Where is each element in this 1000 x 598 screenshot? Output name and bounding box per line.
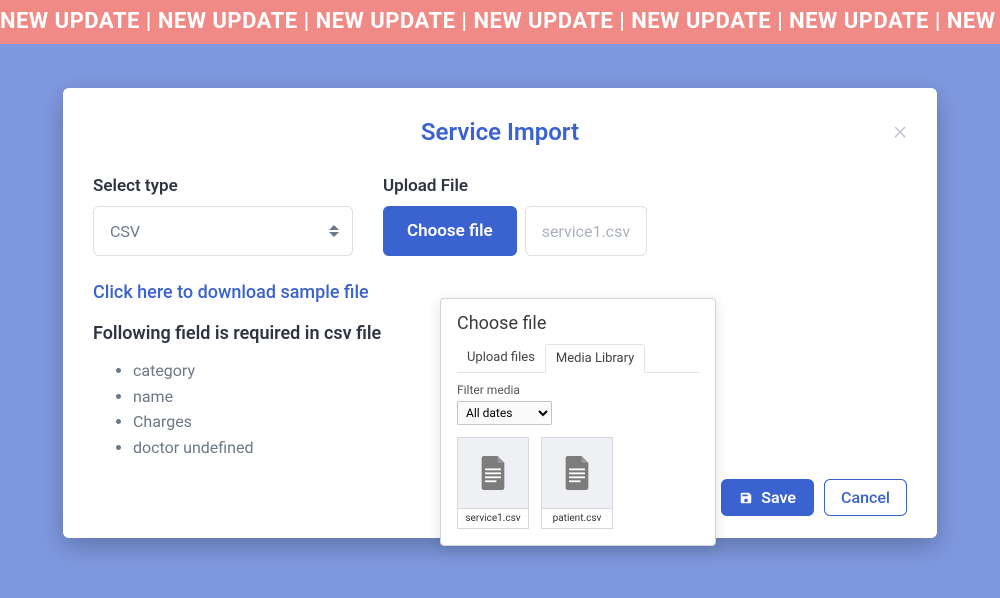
file-chooser-popup: Choose file Upload files Media Library F… — [440, 298, 716, 546]
media-item-service1[interactable]: service1.csv — [457, 437, 529, 529]
save-icon — [739, 491, 753, 505]
update-ticker: NEW UPDATE | NEW UPDATE | NEW UPDATE | N… — [0, 0, 1000, 44]
selected-filename: service1.csv — [525, 206, 647, 256]
save-button[interactable]: Save — [721, 479, 814, 516]
modal-footer: Save Cancel — [721, 479, 907, 516]
media-thumb — [457, 437, 529, 509]
media-thumb — [541, 437, 613, 509]
upload-row: Choose file service1.csv — [383, 206, 907, 256]
media-item-patient[interactable]: patient.csv — [541, 437, 613, 529]
document-icon — [563, 456, 591, 490]
form-row: Select type CSV Upload File Choose file … — [93, 176, 907, 256]
tab-media-library[interactable]: Media Library — [545, 344, 645, 373]
media-filename: patient.csv — [541, 509, 613, 529]
chooser-tabs: Upload files Media Library — [457, 344, 699, 373]
save-button-label: Save — [761, 488, 796, 507]
choose-file-button[interactable]: Choose file — [383, 206, 517, 256]
upload-column: Upload File Choose file service1.csv — [383, 176, 907, 256]
media-grid: service1.csv patient.csv — [457, 437, 699, 529]
chooser-title: Choose file — [457, 313, 699, 334]
tab-upload-files[interactable]: Upload files — [457, 344, 545, 372]
upload-label: Upload File — [383, 176, 907, 196]
modal-header: Service Import × — [93, 118, 907, 146]
type-label: Select type — [93, 176, 353, 196]
media-filename: service1.csv — [457, 509, 529, 529]
modal-title: Service Import — [421, 118, 579, 146]
type-column: Select type CSV — [93, 176, 353, 256]
cancel-button[interactable]: Cancel — [824, 479, 907, 516]
type-select[interactable]: CSV — [93, 206, 353, 256]
type-select-wrap: CSV — [93, 206, 353, 256]
filter-media-label: Filter media — [457, 383, 699, 397]
document-icon — [479, 456, 507, 490]
close-icon[interactable]: × — [893, 118, 907, 144]
filter-media-select[interactable]: All dates — [457, 401, 552, 425]
